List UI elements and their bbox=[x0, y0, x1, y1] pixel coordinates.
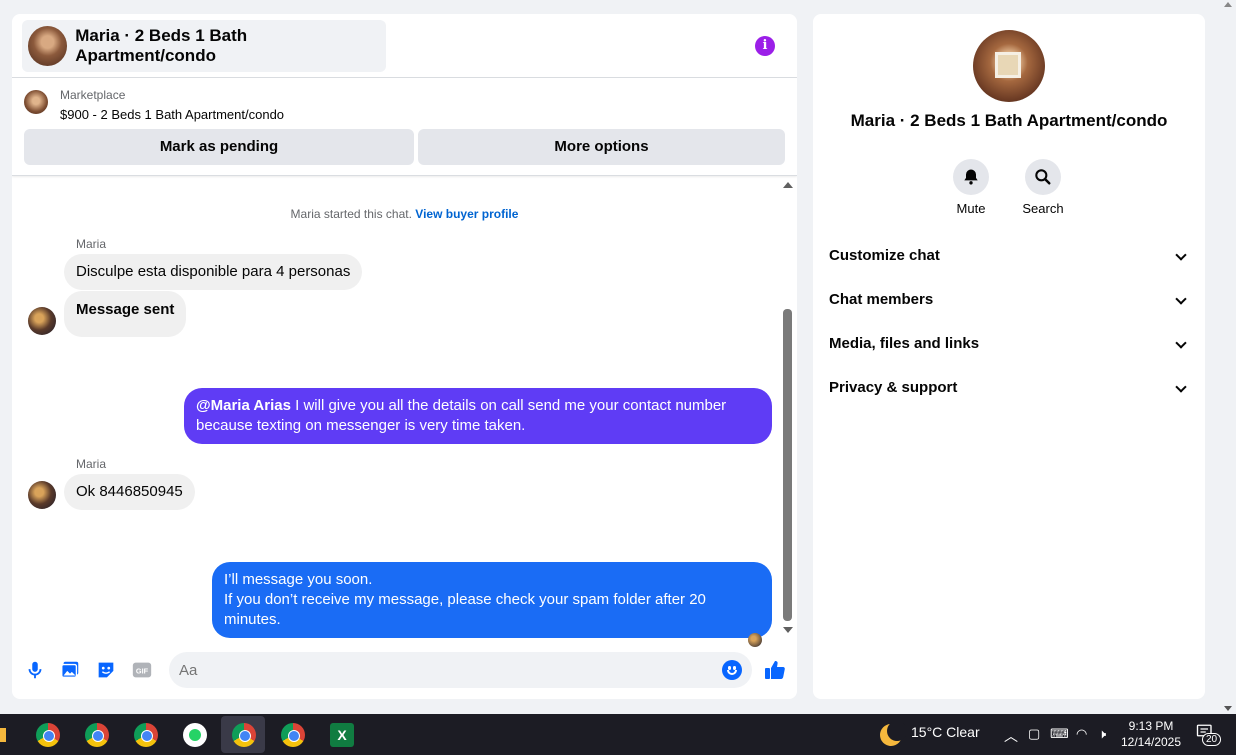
volume-muted-icon[interactable]: 🕨 bbox=[1098, 726, 1106, 742]
scroll-thumb[interactable] bbox=[783, 309, 792, 621]
message-list: Maria started this chat. View buyer prof… bbox=[12, 177, 797, 647]
started-text: Maria started this chat. bbox=[290, 207, 412, 221]
section-label: Media, files and links bbox=[829, 335, 980, 352]
message-bubble[interactable]: Message sent bbox=[64, 291, 187, 337]
message-line: If you don’t receive my message, please … bbox=[224, 591, 706, 628]
sender-avatar[interactable] bbox=[28, 307, 56, 335]
clock[interactable]: 9:13 PM 12/14/2025 bbox=[1118, 718, 1184, 750]
sender-name: Maria bbox=[76, 237, 107, 251]
message-scrollbar[interactable] bbox=[781, 177, 795, 639]
chat-title-button[interactable]: Maria · 2 Beds 1 Bath Apartment/condo bbox=[22, 20, 386, 72]
scroll-down-arrow[interactable] bbox=[783, 627, 793, 633]
chat-panel: Maria · 2 Beds 1 Bath Apartment/condo i … bbox=[12, 14, 797, 699]
chevron-down-icon bbox=[1175, 249, 1187, 261]
info-icon[interactable]: i bbox=[755, 36, 775, 56]
mute-button[interactable]: Mute bbox=[941, 159, 1001, 216]
search-icon bbox=[1025, 159, 1061, 195]
more-options-button[interactable]: More options bbox=[418, 129, 785, 165]
section-label: Customize chat bbox=[829, 247, 940, 264]
view-buyer-profile-link[interactable]: View buyer profile bbox=[415, 207, 518, 221]
page-scroll-up-arrow[interactable] bbox=[1224, 2, 1232, 7]
chat-title: Maria · 2 Beds 1 Bath Apartment/condo bbox=[75, 26, 248, 65]
chat-started-notice: Maria started this chat. View buyer prof… bbox=[12, 207, 797, 221]
like-icon[interactable] bbox=[763, 658, 787, 682]
notifications-count: 20 bbox=[1202, 733, 1222, 746]
excel-icon[interactable]: X bbox=[330, 723, 354, 747]
listing-thumbnail[interactable] bbox=[24, 90, 48, 114]
listing-bar: Marketplace $900 - 2 Beds 1 Bath Apartme… bbox=[12, 78, 797, 176]
clock-time: 9:13 PM bbox=[1128, 719, 1174, 733]
chrome-icon[interactable] bbox=[134, 723, 158, 747]
chevron-down-icon bbox=[1175, 337, 1187, 349]
emoji-icon[interactable] bbox=[722, 660, 742, 680]
chevron-down-icon bbox=[1175, 381, 1187, 393]
listing-avatar bbox=[28, 26, 68, 66]
chrome-icon[interactable] bbox=[281, 723, 305, 747]
section-privacy-support[interactable]: Privacy & support bbox=[829, 366, 1191, 410]
section-label: Chat members bbox=[829, 291, 934, 308]
search-label: Search bbox=[1022, 201, 1064, 216]
mention[interactable]: @Maria Arias bbox=[196, 397, 291, 414]
message-line: I’ll message you soon. bbox=[224, 571, 373, 588]
weather-text[interactable]: 15°C Clear bbox=[911, 724, 980, 740]
mark-as-pending-button[interactable]: Mark as pending bbox=[24, 129, 414, 165]
gif-label: GIF bbox=[136, 667, 149, 676]
listing-title[interactable]: $900 - 2 Beds 1 Bath Apartment/condo bbox=[60, 107, 284, 122]
message-bubble-outgoing[interactable]: I’ll message you soon. If you don’t rece… bbox=[212, 562, 772, 638]
ime-icon[interactable]: ⌨ bbox=[1050, 726, 1069, 742]
profile-name: Maria · 2 Beds 1 Bath Apartment/condo bbox=[850, 111, 1168, 130]
search-button[interactable]: Search bbox=[1013, 159, 1073, 216]
mute-label: Mute bbox=[956, 201, 986, 216]
bell-icon bbox=[953, 159, 989, 195]
profile-avatar[interactable] bbox=[973, 30, 1045, 102]
chrome-icon[interactable] bbox=[85, 723, 109, 747]
conversation-info-panel: Maria · 2 Beds 1 Bath Apartment/condo Mu… bbox=[813, 14, 1205, 699]
message-input-box[interactable] bbox=[169, 652, 752, 688]
listing-source: Marketplace bbox=[60, 88, 126, 102]
message-input[interactable] bbox=[169, 652, 752, 688]
meet-icon[interactable]: ▢ bbox=[1028, 726, 1040, 742]
section-chat-members[interactable]: Chat members bbox=[829, 278, 1191, 322]
composer: GIF bbox=[12, 650, 797, 690]
chat-header: Maria · 2 Beds 1 Bath Apartment/condo i bbox=[12, 14, 797, 78]
section-media-files-links[interactable]: Media, files and links bbox=[829, 322, 1191, 366]
microphone-icon[interactable] bbox=[24, 659, 46, 681]
section-customize-chat[interactable]: Customize chat bbox=[829, 234, 1191, 278]
chevron-down-icon bbox=[1175, 293, 1187, 305]
page-scrollbar[interactable] bbox=[1220, 0, 1236, 714]
section-label: Privacy & support bbox=[829, 379, 958, 396]
message-bubble[interactable]: Disculpe esta disponible para 4 personas bbox=[64, 254, 363, 290]
message-bubble[interactable]: Ok 8446850945 bbox=[64, 474, 195, 510]
wifi-icon[interactable]: ◠ bbox=[1076, 726, 1087, 742]
seen-avatar bbox=[748, 633, 762, 647]
moon-icon bbox=[880, 721, 907, 746]
chevron-up-icon[interactable]: ︿ bbox=[1004, 726, 1018, 746]
chrome-icon[interactable] bbox=[232, 723, 256, 747]
sender-name: Maria bbox=[76, 457, 107, 471]
gif-icon[interactable]: GIF bbox=[131, 659, 153, 681]
scroll-up-arrow[interactable] bbox=[783, 182, 793, 188]
notifications-icon[interactable]: 20 bbox=[1196, 722, 1222, 746]
taskbar: X 15°C Clear ︿ ▢ ⌨ ◠ 🕨 9:13 PM 12/14/202… bbox=[0, 714, 1236, 755]
message-bubble-outgoing[interactable]: @Maria Arias I will give you all the det… bbox=[184, 388, 772, 444]
sender-avatar[interactable] bbox=[28, 481, 56, 509]
photo-icon[interactable] bbox=[59, 659, 81, 681]
clock-date: 12/14/2025 bbox=[1120, 735, 1182, 749]
sticker-icon[interactable] bbox=[95, 659, 117, 681]
taskbar-edge-icon[interactable] bbox=[0, 728, 6, 742]
whatsapp-icon[interactable] bbox=[183, 723, 207, 747]
page-scroll-down-arrow[interactable] bbox=[1224, 706, 1232, 711]
chrome-icon[interactable] bbox=[36, 723, 60, 747]
